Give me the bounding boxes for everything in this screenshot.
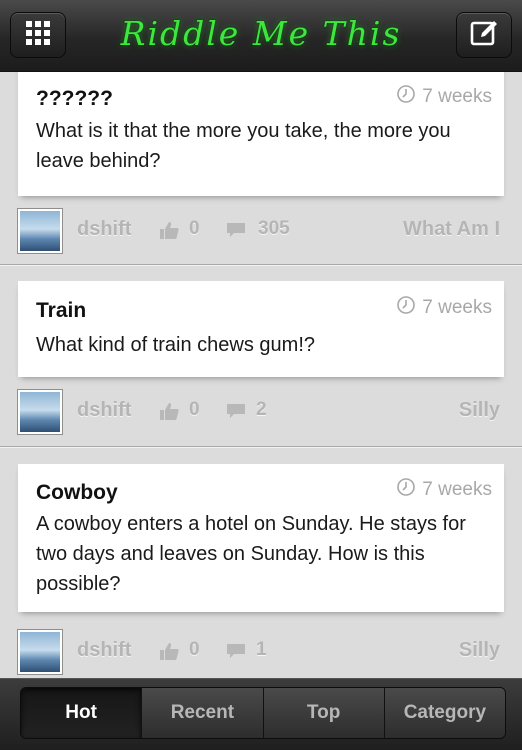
riddle-post[interactable]: Cowboy 7 weeks A cowboy enters a hotel o… [0, 447, 522, 678]
comment-icon[interactable] [226, 222, 246, 243]
tab-bar: Hot Recent Top Category [0, 678, 522, 750]
avatar[interactable] [17, 389, 63, 435]
tab-recent[interactable]: Recent [141, 688, 263, 738]
like-count: 0 [189, 639, 200, 660]
clock-icon [396, 295, 416, 321]
tab-category[interactable]: Category [383, 688, 505, 738]
compose-icon [469, 18, 499, 53]
thumbs-up-icon[interactable] [158, 641, 180, 666]
riddle-card[interactable]: Train 7 weeks What kind of train chews g… [18, 281, 504, 377]
riddle-text: A cowboy enters a hotel on Sunday. He st… [36, 513, 466, 595]
time-text: 7 weeks [422, 86, 492, 107]
category-label[interactable]: Silly [459, 639, 500, 662]
post-meta: dshift 0 2 Silly [0, 389, 522, 435]
riddle-post[interactable]: Train 7 weeks What kind of train chews g… [0, 265, 522, 447]
comment-count: 1 [256, 639, 267, 660]
riddle-text: What is it that the more you take, the m… [36, 120, 451, 172]
like-count: 0 [189, 399, 200, 420]
riddle-feed[interactable]: ?????? 7 weeks What is it that the more … [0, 72, 522, 678]
post-meta: dshift 0 1 Silly [0, 629, 522, 675]
comment-count: 2 [256, 399, 267, 420]
tab-hot[interactable]: Hot [21, 688, 142, 738]
avatar[interactable] [17, 629, 63, 675]
thumbs-up-icon[interactable] [158, 401, 180, 426]
riddle-title: Train [36, 299, 87, 322]
segmented-tabs: Hot Recent Top Category [20, 687, 506, 739]
time-text: 7 weeks [422, 297, 492, 318]
like-count: 0 [189, 218, 200, 239]
category-label[interactable]: Silly [459, 399, 500, 422]
post-time: 7 weeks [396, 477, 492, 503]
top-bar: Riddle Me This [0, 0, 522, 72]
username[interactable]: dshift [77, 399, 131, 422]
clock-icon [396, 84, 416, 110]
clock-icon [396, 477, 416, 503]
app-title: Riddle Me This [120, 14, 402, 53]
riddle-title: ?????? [36, 87, 113, 110]
time-text: 7 weeks [422, 479, 492, 500]
compose-button[interactable] [456, 12, 512, 58]
comment-icon[interactable] [226, 403, 246, 424]
category-label[interactable]: What Am I [403, 218, 500, 241]
username[interactable]: dshift [77, 218, 131, 241]
riddle-text: What kind of train chews gum!? [36, 334, 316, 356]
avatar[interactable] [17, 208, 63, 254]
riddle-card[interactable]: ?????? 7 weeks What is it that the more … [18, 72, 504, 196]
post-time: 7 weeks [396, 84, 492, 110]
tab-top[interactable]: Top [262, 688, 384, 738]
thumbs-up-icon[interactable] [158, 220, 180, 245]
username[interactable]: dshift [77, 639, 131, 662]
riddle-post[interactable]: ?????? 7 weeks What is it that the more … [0, 72, 522, 265]
post-time: 7 weeks [396, 295, 492, 321]
riddle-title: Cowboy [36, 481, 118, 504]
comment-icon[interactable] [226, 643, 246, 664]
post-meta: dshift 0 305 What Am I [0, 208, 522, 254]
riddle-card[interactable]: Cowboy 7 weeks A cowboy enters a hotel o… [18, 464, 504, 612]
comment-count: 305 [258, 218, 290, 239]
